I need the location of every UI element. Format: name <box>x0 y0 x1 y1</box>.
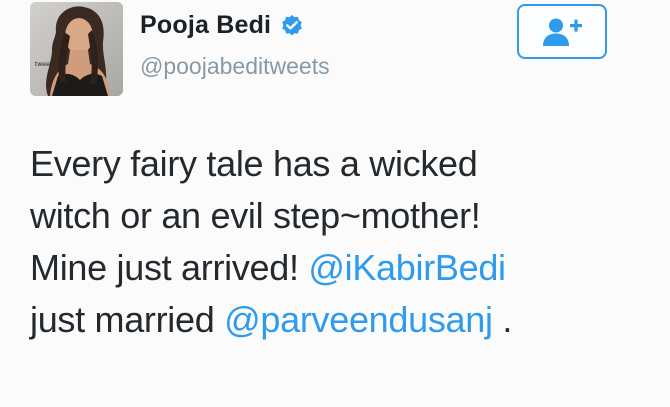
follow-user-plus-icon <box>543 18 582 46</box>
tweet-line-3: Mine just arrived! @iKabirBedi <box>30 242 650 294</box>
tweet-line-3-text: Mine just arrived! <box>30 247 309 288</box>
verified-badge-icon <box>282 14 302 35</box>
avatar-logo-text: tweet <box>35 61 53 68</box>
display-name-text: Pooja Bedi <box>140 11 272 39</box>
tweet-card: tweet Pooja Bedi @poojabeditweets Every … <box>0 0 670 407</box>
profile-handle[interactable]: @poojabeditweets <box>140 53 330 80</box>
profile-display-name[interactable]: Pooja Bedi <box>140 11 304 40</box>
tweet-line-4-end: . <box>492 299 513 340</box>
mention-link-ikabirbedi[interactable]: @iKabirBedi <box>308 247 506 288</box>
mention-link-parveendusanj[interactable]: @parveendusanj <box>224 299 493 340</box>
tweet-line-2: witch or an evil step~mother! <box>30 195 481 236</box>
tweet-line-1: Every fairy tale has a wicked <box>30 143 478 184</box>
tweet-line-4-text: just married <box>30 299 225 340</box>
tweet-line-4: just married @parveendusanj . <box>30 294 650 346</box>
follow-button[interactable] <box>517 4 607 59</box>
avatar-photo: tweet <box>30 2 123 96</box>
tweet-text: Every fairy tale has a wicked witch or a… <box>30 138 650 346</box>
profile-avatar[interactable]: tweet <box>30 2 123 96</box>
